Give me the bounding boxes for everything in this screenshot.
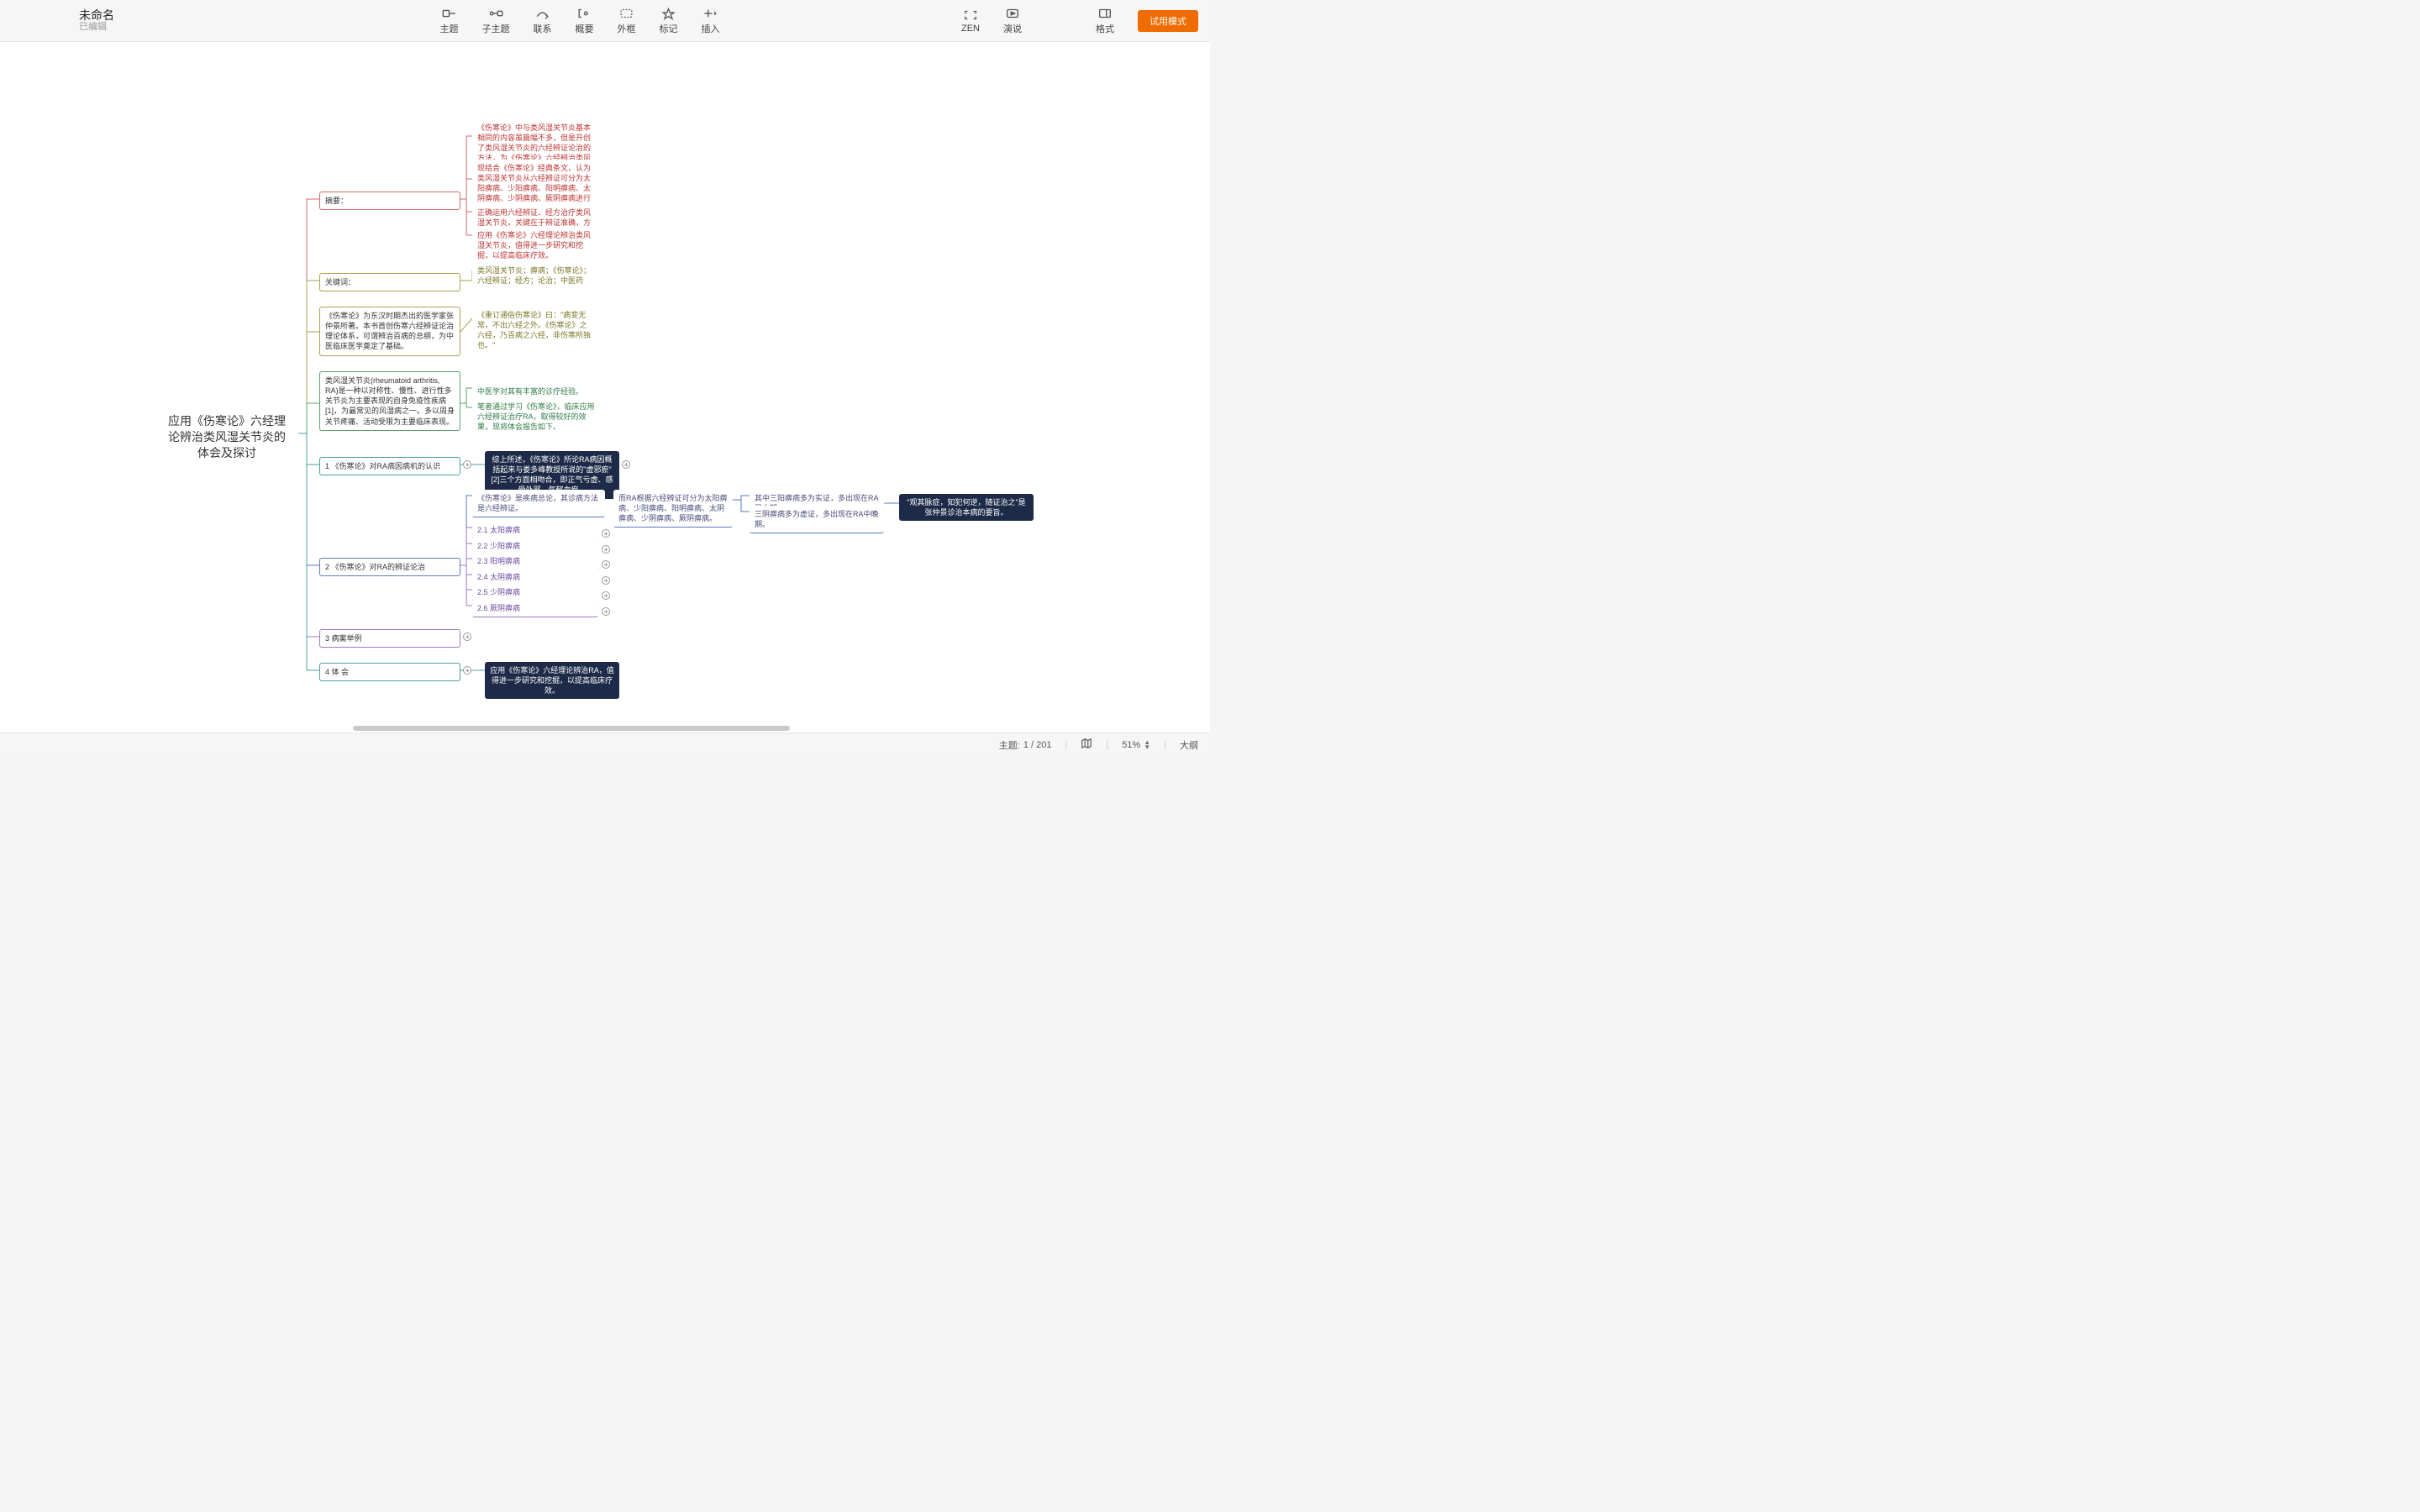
fullscreen-icon	[963, 8, 978, 22]
central-topic[interactable]: 应用《伤寒论》六经理论辨治类风湿关节炎的体会及探讨	[155, 405, 298, 470]
sec2-item-5[interactable]: 2.5 少阴痹病	[472, 584, 598, 601]
format-button[interactable]: 格式	[1096, 7, 1114, 35]
zoom-stepper-icon: ▲▼	[1144, 740, 1150, 750]
present-label: 演说	[1003, 22, 1022, 35]
mindmap-canvas[interactable]: 应用《伤寒论》六经理论辨治类风湿关节炎的体会及探讨 摘要： 关键词： 《伤寒论》…	[0, 42, 1210, 732]
collapse-icon[interactable]	[602, 545, 610, 554]
topic-button[interactable]: 主题	[440, 7, 459, 35]
separator: |	[1065, 740, 1067, 750]
green-item-2[interactable]: 笔者通过学习《伤寒论》，临床应用六经辨证治疗RA，取得较好的效果，现将体会报告如…	[472, 398, 602, 435]
collapse-icon[interactable]	[622, 460, 630, 469]
relation-button[interactable]: 联系	[534, 7, 552, 35]
top-toolbar: 未命名 已编辑 主题 子主题 联系 概要 外框 标记 插入	[0, 0, 1210, 42]
summary-label: 概要	[576, 22, 594, 35]
branch-abstract[interactable]: 摘要：	[319, 192, 460, 210]
horizontal-scrollbar[interactable]	[353, 726, 790, 731]
sec2-r2b[interactable]: 三阴痹病多为虚证，多出现在RA中晚期。	[750, 506, 884, 533]
sec2-item-1[interactable]: 2.1 太阳痹病	[472, 522, 598, 539]
trial-label: 试用模式	[1150, 17, 1186, 27]
toolbar-right-group: ZEN 演说 格式 试用模式	[961, 7, 1198, 35]
sec2-lead[interactable]: 《伤寒论》是疾病总论，其诊病方法是六经辨证。	[472, 490, 605, 517]
document-subtitle: 已编辑	[79, 22, 114, 32]
boundary-icon	[619, 7, 634, 20]
play-icon	[1005, 7, 1020, 20]
separator: |	[1106, 740, 1108, 750]
summary-icon	[577, 7, 592, 20]
marker-button[interactable]: 标记	[660, 7, 678, 35]
branch-keywords[interactable]: 关键词：	[319, 273, 460, 291]
sec2-r1[interactable]: 而RA根据六经辨证可分为太阳痹病、少阳痹病、阳明痹病、太阴痹病、少阴痹病、厥阴痹…	[613, 490, 733, 528]
collapse-icon[interactable]	[463, 633, 471, 641]
status-topic-label: 主题:	[999, 738, 1020, 752]
format-label: 格式	[1096, 22, 1114, 35]
collapse-icon[interactable]	[602, 591, 610, 600]
document-title: 未命名	[79, 9, 114, 22]
keywords-text[interactable]: 类风湿关节炎；痹病；《伤寒论》；六经辨证；经方；论治；中医药	[472, 262, 598, 289]
collapse-icon[interactable]	[463, 460, 471, 469]
collapse-icon[interactable]	[602, 560, 610, 569]
branch-sec3[interactable]: 3 病案举例	[319, 629, 460, 648]
insert-button[interactable]: 插入	[702, 7, 720, 35]
branch-intro2[interactable]: 类风湿关节炎(rheumatoid arthritis, RA)是一种以对称性、…	[319, 371, 460, 431]
zoom-value: 51%	[1122, 740, 1140, 750]
sec4-summary[interactable]: 应用《伤寒论》六经理论辨治RA，值得进一步研究和挖掘，以提高临床疗效。	[485, 662, 619, 699]
boundary-label: 外框	[618, 22, 636, 35]
map-icon[interactable]	[1081, 738, 1092, 752]
collapse-icon[interactable]	[602, 576, 610, 585]
separator: |	[1164, 740, 1166, 750]
present-button[interactable]: 演说	[1003, 7, 1022, 35]
status-bar: 主题: 1 / 201 | | 51% ▲▼ | 大纲	[0, 732, 1210, 756]
collapse-icon[interactable]	[602, 529, 610, 538]
connector-lines	[0, 42, 1210, 732]
topic-label: 主题	[440, 22, 459, 35]
abstract-item-4[interactable]: 应用《伤寒论》六经理论辨治类风湿关节炎，值得进一步研究和挖掘，以提高临床疗效。	[472, 227, 602, 264]
document-title-block: 未命名 已编辑	[79, 9, 114, 32]
collapse-icon[interactable]	[463, 666, 471, 675]
relation-label: 联系	[534, 22, 552, 35]
plus-icon	[703, 7, 718, 20]
relation-icon	[535, 7, 550, 20]
sec2-summary[interactable]: "观其脉症，知犯何逆，随证治之"是张仲景诊治本病的要旨。	[899, 494, 1034, 521]
branch-sec1[interactable]: 1 《伤寒论》对RA病因病机的认识	[319, 457, 460, 475]
subtopic-label: 子主题	[482, 22, 510, 35]
marker-label: 标记	[660, 22, 678, 35]
boundary-button[interactable]: 外框	[618, 7, 636, 35]
zen-label: ZEN	[961, 24, 980, 34]
panel-icon	[1097, 7, 1113, 20]
olive-quote[interactable]: 《重订通俗伤寒论》曰："病变无常，不出六经之外。《伤寒论》之六经，乃百病之六经，…	[472, 307, 598, 354]
collapse-icon[interactable]	[602, 607, 610, 616]
insert-label: 插入	[702, 22, 720, 35]
outline-button[interactable]: 大纲	[1180, 738, 1198, 752]
zen-button[interactable]: ZEN	[961, 8, 980, 34]
branch-sec2[interactable]: 2 《伤寒论》对RA的辨证论治	[319, 558, 460, 576]
toolbar-center-group: 主题 子主题 联系 概要 外框 标记 插入	[440, 7, 720, 35]
subtopic-button[interactable]: 子主题	[482, 7, 510, 35]
trial-mode-button[interactable]: 试用模式	[1138, 10, 1198, 32]
branch-intro1[interactable]: 《伤寒论》为东汉时期杰出的医学家张仲景所著。本书首创伤寒六经辨证论治理论体系，可…	[319, 307, 460, 356]
subtopic-icon	[488, 7, 503, 20]
topic-icon	[442, 7, 457, 20]
sec2-item-6[interactable]: 2.6 厥阴痹病	[472, 600, 598, 617]
zoom-control[interactable]: 51% ▲▼	[1122, 740, 1150, 750]
sec2-item-3[interactable]: 2.3 阳明痹病	[472, 553, 598, 570]
summary-button[interactable]: 概要	[576, 7, 594, 35]
star-icon	[661, 7, 676, 20]
branch-sec4[interactable]: 4 体 会	[319, 663, 460, 681]
status-topic-count: 1 / 201	[1023, 740, 1052, 750]
